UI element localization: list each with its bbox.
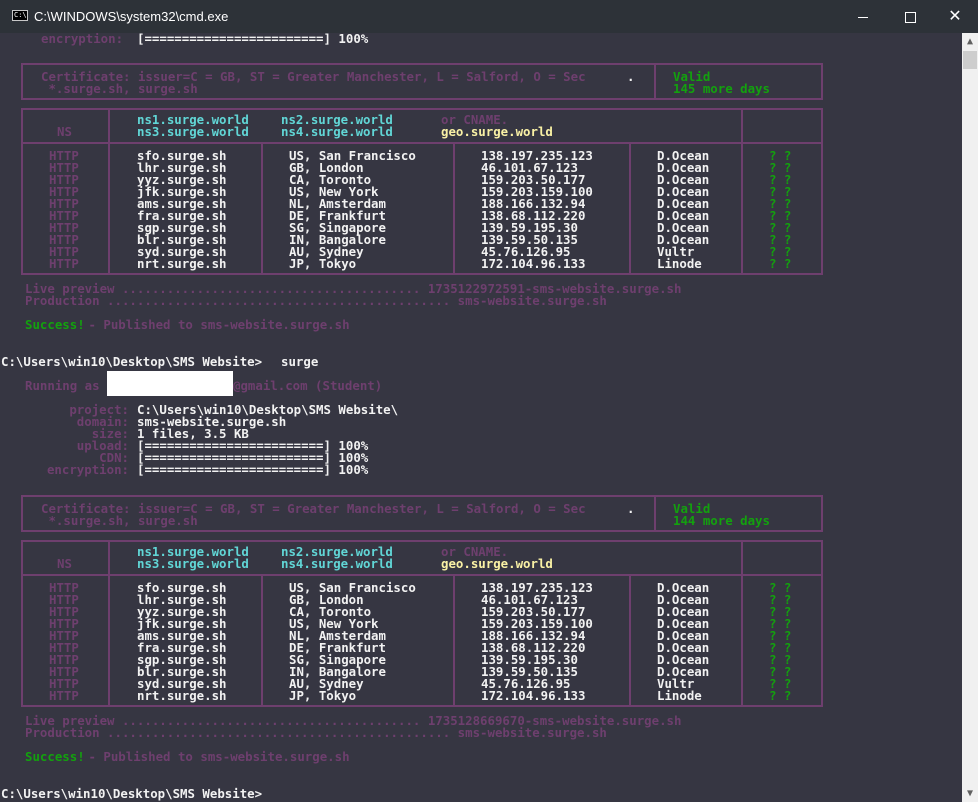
success-label: Success! bbox=[25, 317, 85, 332]
divider bbox=[108, 108, 110, 275]
divider bbox=[629, 142, 631, 275]
server-host: nrt.surge.sh bbox=[137, 688, 227, 703]
divider bbox=[261, 574, 263, 707]
title-bar: C:\ C:\WINDOWS\system32\cmd.exe ✕ bbox=[0, 0, 978, 33]
nameserver-4: ns4.surge.world bbox=[281, 556, 393, 571]
certificate-domains: *.surge.sh, surge.sh bbox=[41, 81, 198, 96]
window-title: C:\WINDOWS\system32\cmd.exe bbox=[34, 9, 229, 24]
cname-value: geo.surge.world bbox=[441, 124, 553, 139]
cname-value: geo.surge.world bbox=[441, 556, 553, 571]
info-value: [========================] 100% bbox=[137, 462, 369, 477]
vertical-scrollbar[interactable]: ▲ ▼ bbox=[962, 33, 978, 802]
minimize-icon bbox=[858, 16, 868, 18]
running-as-suffix: @gmail.com (Student) bbox=[233, 378, 383, 393]
nameserver-4: ns4.surge.world bbox=[281, 124, 393, 139]
certificate-days: 145 more days bbox=[673, 81, 770, 96]
success-message: - Published to sms-website.surge.sh bbox=[81, 317, 350, 332]
success-message: - Published to sms-website.surge.sh bbox=[81, 749, 350, 764]
server-status: ? ? bbox=[769, 256, 792, 271]
close-icon: ✕ bbox=[948, 8, 962, 25]
production-line: Production .............................… bbox=[25, 293, 607, 308]
scrollbar-thumb[interactable] bbox=[963, 51, 977, 69]
divider bbox=[453, 574, 455, 707]
scroll-down-icon[interactable]: ▼ bbox=[962, 785, 978, 802]
console-icon: C:\ bbox=[12, 10, 28, 21]
encryption-label: encryption: bbox=[41, 33, 124, 46]
final-prompt[interactable]: C:\Users\win10\Desktop\SMS Website> bbox=[1, 787, 262, 800]
divider bbox=[741, 108, 743, 275]
ns-label: NS bbox=[57, 124, 72, 139]
divider bbox=[629, 574, 631, 707]
table-header-divider bbox=[21, 142, 823, 144]
divider bbox=[453, 142, 455, 275]
server-provider: Linode bbox=[657, 688, 702, 703]
certificate-days: 144 more days bbox=[673, 513, 770, 528]
encryption-progress: [========================] 100% bbox=[137, 33, 369, 46]
certificate-truncation: . bbox=[627, 501, 635, 516]
server-location: JP, Tokyo bbox=[289, 256, 357, 271]
success-label: Success! bbox=[25, 749, 85, 764]
server-ip: 172.104.96.133 bbox=[481, 688, 586, 703]
nameserver-3: ns3.surge.world bbox=[137, 556, 249, 571]
command-prompt: C:\Users\win10\Desktop\SMS Website> bbox=[1, 354, 263, 369]
server-location: JP, Tokyo bbox=[289, 688, 357, 703]
server-status: ? ? bbox=[769, 688, 792, 703]
redacted-email bbox=[107, 371, 233, 396]
server-provider: Linode bbox=[657, 256, 702, 271]
console-output[interactable]: encryption: [========================] 1… bbox=[0, 33, 962, 802]
certificate-domains: *.surge.sh, surge.sh bbox=[41, 513, 198, 528]
divider bbox=[108, 540, 110, 707]
production-line: Production .............................… bbox=[25, 725, 607, 740]
server-host: nrt.surge.sh bbox=[137, 256, 227, 271]
divider bbox=[654, 495, 656, 532]
server-ip: 172.104.96.133 bbox=[481, 256, 586, 271]
divider bbox=[654, 63, 656, 100]
command-input: surge bbox=[281, 354, 319, 369]
maximize-button[interactable] bbox=[887, 0, 933, 33]
info-label: encryption: bbox=[46, 462, 129, 477]
minimize-button[interactable] bbox=[840, 0, 886, 33]
server-protocol: HTTP bbox=[49, 256, 79, 271]
table-header-divider bbox=[21, 574, 823, 576]
server-protocol: HTTP bbox=[49, 688, 79, 703]
maximize-icon bbox=[904, 11, 916, 23]
running-as-prefix: Running as bbox=[25, 378, 108, 393]
divider bbox=[261, 142, 263, 275]
nameserver-3: ns3.surge.world bbox=[137, 124, 249, 139]
certificate-truncation: . bbox=[627, 69, 635, 84]
divider bbox=[741, 540, 743, 707]
scroll-up-icon[interactable]: ▲ bbox=[962, 33, 978, 50]
ns-label: NS bbox=[57, 556, 72, 571]
close-button[interactable]: ✕ bbox=[932, 0, 978, 33]
